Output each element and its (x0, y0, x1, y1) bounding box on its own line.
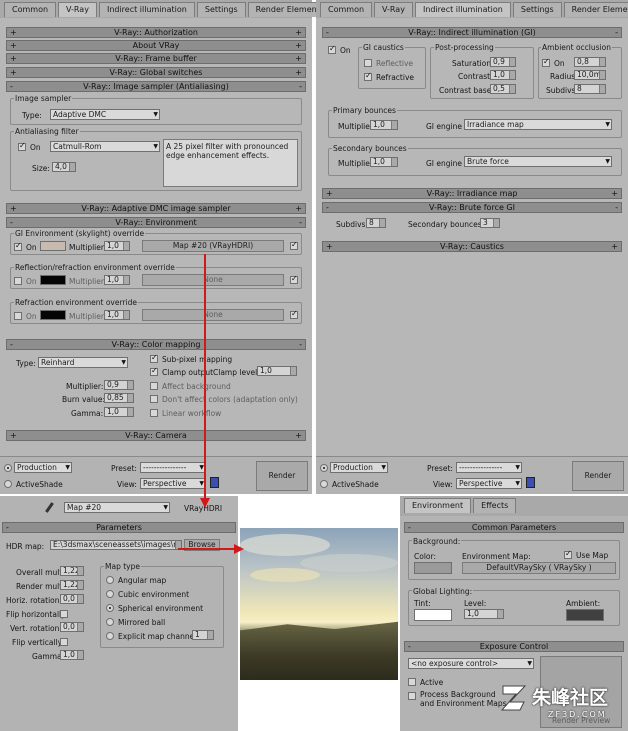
red-arrow-annotation (178, 254, 244, 554)
watermark-en: ZF3D.COM (548, 710, 607, 719)
arrow-paths (178, 254, 236, 550)
watermark-cn: 朱峰社区 (532, 687, 609, 709)
arrow-head-down (200, 498, 210, 508)
arrow-head-right (234, 544, 244, 554)
zf3d-logo-icon (500, 682, 528, 714)
